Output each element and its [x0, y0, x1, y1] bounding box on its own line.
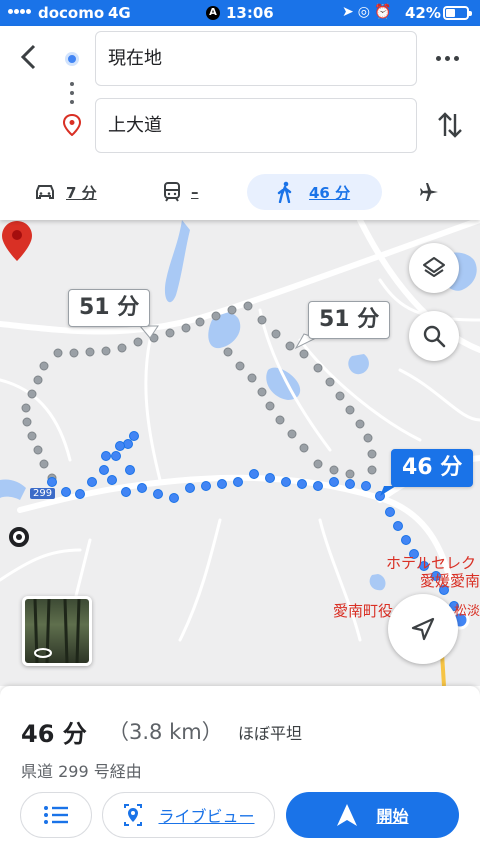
list-icon [44, 806, 68, 824]
navigation-arrow-icon [411, 617, 435, 641]
carrier-name: docomo [38, 4, 105, 22]
search-icon [423, 325, 446, 348]
destination-map-pin-icon [2, 221, 32, 261]
live-view-label: ライブビュー [158, 807, 255, 826]
back-arrow-icon[interactable] [12, 40, 46, 74]
map-label[interactable]: 愛媛愛南 [420, 570, 480, 591]
walk-icon [277, 181, 292, 203]
map-label[interactable]: 松淡 [454, 600, 480, 619]
selected-route-time-callout[interactable]: 46 分 [391, 449, 474, 487]
start-label: 開始 [376, 807, 409, 826]
travel-mode-tabs: 7 分 – 46 分 [0, 172, 480, 212]
tab-drive[interactable]: 7 分 [34, 174, 97, 210]
layers-icon [423, 257, 445, 277]
navigation-start-icon [337, 804, 358, 826]
car-icon [36, 185, 54, 199]
origin-input[interactable]: 現在地 [95, 31, 417, 86]
tab-flight[interactable] [418, 174, 440, 210]
tab-walk[interactable]: 46 分 [247, 174, 382, 210]
network-type: 4G [108, 4, 131, 22]
app-badge-icon: A [206, 6, 220, 20]
tab-walk-label: 46 分 [309, 183, 351, 202]
route-summary-sheet: 46 分 （3.8 km） ほぼ平坦 県道 299 号経由 ライブビュー 開始 [0, 686, 480, 854]
terrain-note: ほぼ平坦 [238, 724, 303, 743]
status-bar: docomo 4G A 13:06 ➤◎⏰ 42% [0, 0, 480, 26]
map-search-button[interactable] [409, 311, 459, 361]
signal-icon [8, 9, 34, 19]
alt-route-time-callout[interactable]: 51 分 [68, 289, 151, 327]
start-point-marker [9, 527, 29, 547]
directions-header: 現在地 上大道 7 分 – 46 分 [0, 26, 480, 220]
map-view[interactable]: 51 分 51 分 46 分 299 ホテルセレク 愛媛愛南 愛南町役 松淡 [0, 220, 480, 686]
tab-transit-label: – [191, 183, 199, 201]
route-connector [70, 82, 74, 104]
live-view-pin-icon [124, 804, 143, 826]
train-icon [164, 182, 180, 202]
airplane-icon [420, 183, 438, 201]
status-icons: ➤◎⏰ [342, 4, 396, 20]
tab-transit[interactable]: – [163, 174, 199, 210]
route-distance: （3.8 km） [108, 720, 223, 744]
start-navigation-button[interactable]: 開始 [286, 792, 459, 838]
recenter-button[interactable] [388, 594, 458, 664]
destination-input[interactable]: 上大道 [95, 98, 417, 153]
battery-icon [443, 6, 472, 20]
route-shield: 299 [30, 488, 56, 499]
steps-button[interactable] [20, 792, 92, 838]
route-duration: 46 分 [21, 720, 87, 748]
live-view-button[interactable]: ライブビュー [102, 792, 275, 838]
street-view-thumbnail[interactable] [22, 596, 92, 666]
more-options-icon[interactable] [432, 46, 464, 70]
tab-drive-label: 7 分 [66, 183, 97, 202]
status-time: 13:06 [226, 4, 274, 22]
origin-marker-icon [65, 52, 79, 66]
layers-button[interactable] [409, 243, 459, 293]
alt-route-time-callout[interactable]: 51 分 [308, 301, 391, 339]
battery-percent: 42% [405, 4, 441, 22]
map-label[interactable]: 愛南町役 [333, 600, 393, 621]
street-view-icon [33, 599, 81, 663]
route-via: 県道 299 号経由 [21, 762, 142, 781]
swap-icon[interactable] [434, 110, 466, 140]
destination-pin-icon [62, 114, 82, 136]
